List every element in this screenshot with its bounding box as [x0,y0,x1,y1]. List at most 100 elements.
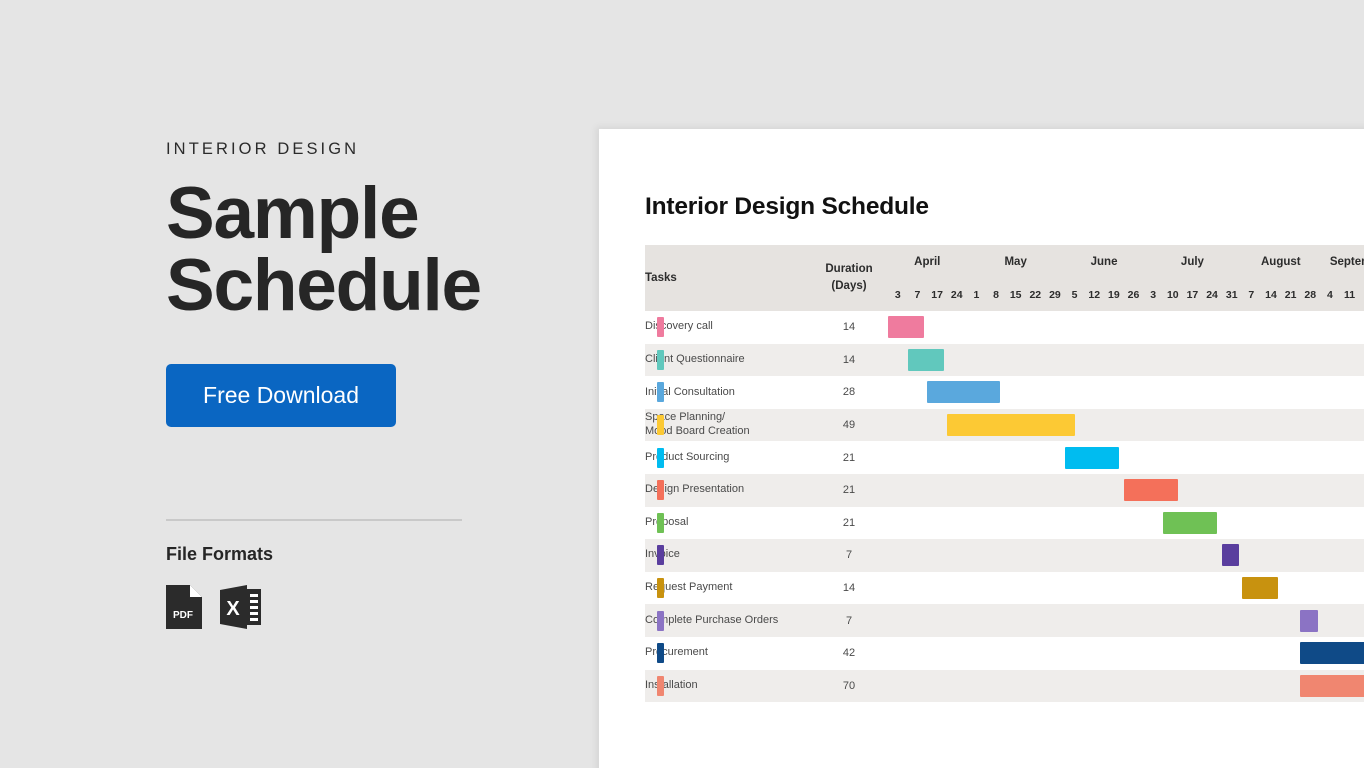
table-row[interactable]: Invoice7 [645,539,1364,572]
gantt-cell [1300,669,1364,703]
gantt-cell [1280,376,1301,409]
table-row[interactable]: Complete Purchase Orders 7 [645,604,1364,637]
table-row[interactable]: Design Presentation 21 [645,473,1364,507]
day-tick-21: 28 [1300,279,1321,311]
task-color-swatch [657,447,664,468]
gantt-cell [1045,539,1065,572]
gantt-cell [1182,376,1203,409]
gantt-header: Tasks Duration (Days) April May June July Au… [645,245,1364,311]
table-row[interactable]: Client Questionnaire 14 [645,343,1364,377]
gantt-cell [1300,473,1321,507]
gantt-cell [907,441,928,474]
gantt-cell [1143,441,1163,474]
gantt-cell [1320,506,1340,540]
gantt-cell [1143,604,1163,637]
gantt-cell [888,571,908,605]
duration-cell: 28 [810,376,888,409]
free-download-button[interactable]: Free Download [166,364,396,428]
gantt-cell [986,311,1006,344]
table-row[interactable]: Product Sourcing 21 [645,441,1364,474]
gantt-cell [986,669,1006,703]
gantt-cell [1045,669,1065,703]
gantt-cell [966,539,987,572]
gantt-bar[interactable] [1162,511,1218,534]
day-tick-19: 14 [1261,279,1281,311]
table-row[interactable]: Discovery call 14 [645,311,1364,344]
gantt-cell [1359,343,1364,377]
task-color-swatch [657,480,664,501]
gantt-cell [946,669,967,703]
gantt-bar[interactable] [1064,446,1120,469]
page-root: INTERIOR DESIGN Sample Schedule Free Dow… [0,0,1364,768]
table-row[interactable]: Request Payment 14 [645,571,1364,605]
gantt-cell [1025,604,1046,637]
gantt-cell [946,408,1076,442]
gantt-cell [907,506,928,540]
gantt-cell [1359,376,1364,409]
gantt-cell [1084,408,1105,442]
gantt-cell [1162,571,1183,605]
gantt-cell [1241,343,1262,377]
gantt-cell [1084,539,1105,572]
gantt-cell [1005,604,1026,637]
gantt-cell [966,636,987,670]
gantt-cell [986,604,1006,637]
gantt-cell [1162,408,1183,442]
gantt-cell [927,604,947,637]
table-row[interactable]: Procurement 42 [645,636,1364,670]
gantt-cell [888,473,908,507]
gantt-cell [927,376,1001,409]
gantt-cell [1280,669,1301,703]
gantt-cell [1261,604,1281,637]
gantt-cell [888,408,908,442]
gantt-bar[interactable] [927,381,1001,404]
gantt-cell [946,571,967,605]
table-row[interactable]: Initial Consultation 28 [645,376,1364,409]
day-tick-24: 18 [1359,279,1364,311]
gantt-cell [1123,408,1144,442]
gantt-bar[interactable] [888,316,924,339]
gantt-cell [1261,441,1281,474]
duration-label-line2: (Days) [831,280,867,292]
gantt-bar[interactable] [1221,544,1240,567]
gantt-bar[interactable] [907,348,944,371]
gantt-cell [986,636,1006,670]
gantt-bar[interactable] [1300,642,1364,665]
gantt-cell [907,408,928,442]
gantt-cell [1339,441,1360,474]
gantt-cell [1045,441,1065,474]
task-color-swatch [657,415,664,436]
gantt-bar[interactable] [946,414,1076,437]
gantt-cell [1221,376,1242,409]
excel-file-icon[interactable]: X [220,585,264,634]
gantt-cell [1280,604,1301,637]
gantt-cell [1280,343,1301,377]
section-divider [166,519,462,522]
gantt-bar[interactable] [1300,609,1318,632]
gantt-cell [1182,539,1203,572]
duration-cell: 21 [810,441,888,474]
page-title: Sample Schedule [166,177,566,323]
gantt-cell [1123,343,1144,377]
day-tick-18: 7 [1241,279,1262,311]
headline-line-1: Sample [166,172,420,254]
gantt-cell [946,636,967,670]
gantt-bar[interactable] [1241,577,1278,600]
gantt-cell [1261,473,1281,507]
gantt-cell [1025,441,1046,474]
gantt-bar[interactable] [1123,479,1179,502]
table-row[interactable]: Proposal 21 [645,506,1364,540]
gantt-bar[interactable] [1300,674,1364,697]
gantt-cell [1162,506,1218,540]
pdf-file-icon[interactable]: PDF [166,585,202,634]
gantt-cell [1300,636,1364,670]
gantt-cell [1339,376,1360,409]
gantt-cell [1084,506,1105,540]
table-row[interactable]: Space Planning/Mood Board Creation 49 [645,408,1364,442]
gantt-cell [1045,311,1065,344]
duration-cell: 21 [810,506,888,540]
gantt-cell [1300,506,1321,540]
gantt-cell [1221,311,1242,344]
gantt-cell [1162,311,1183,344]
table-row[interactable]: Installation 70 [645,669,1364,703]
